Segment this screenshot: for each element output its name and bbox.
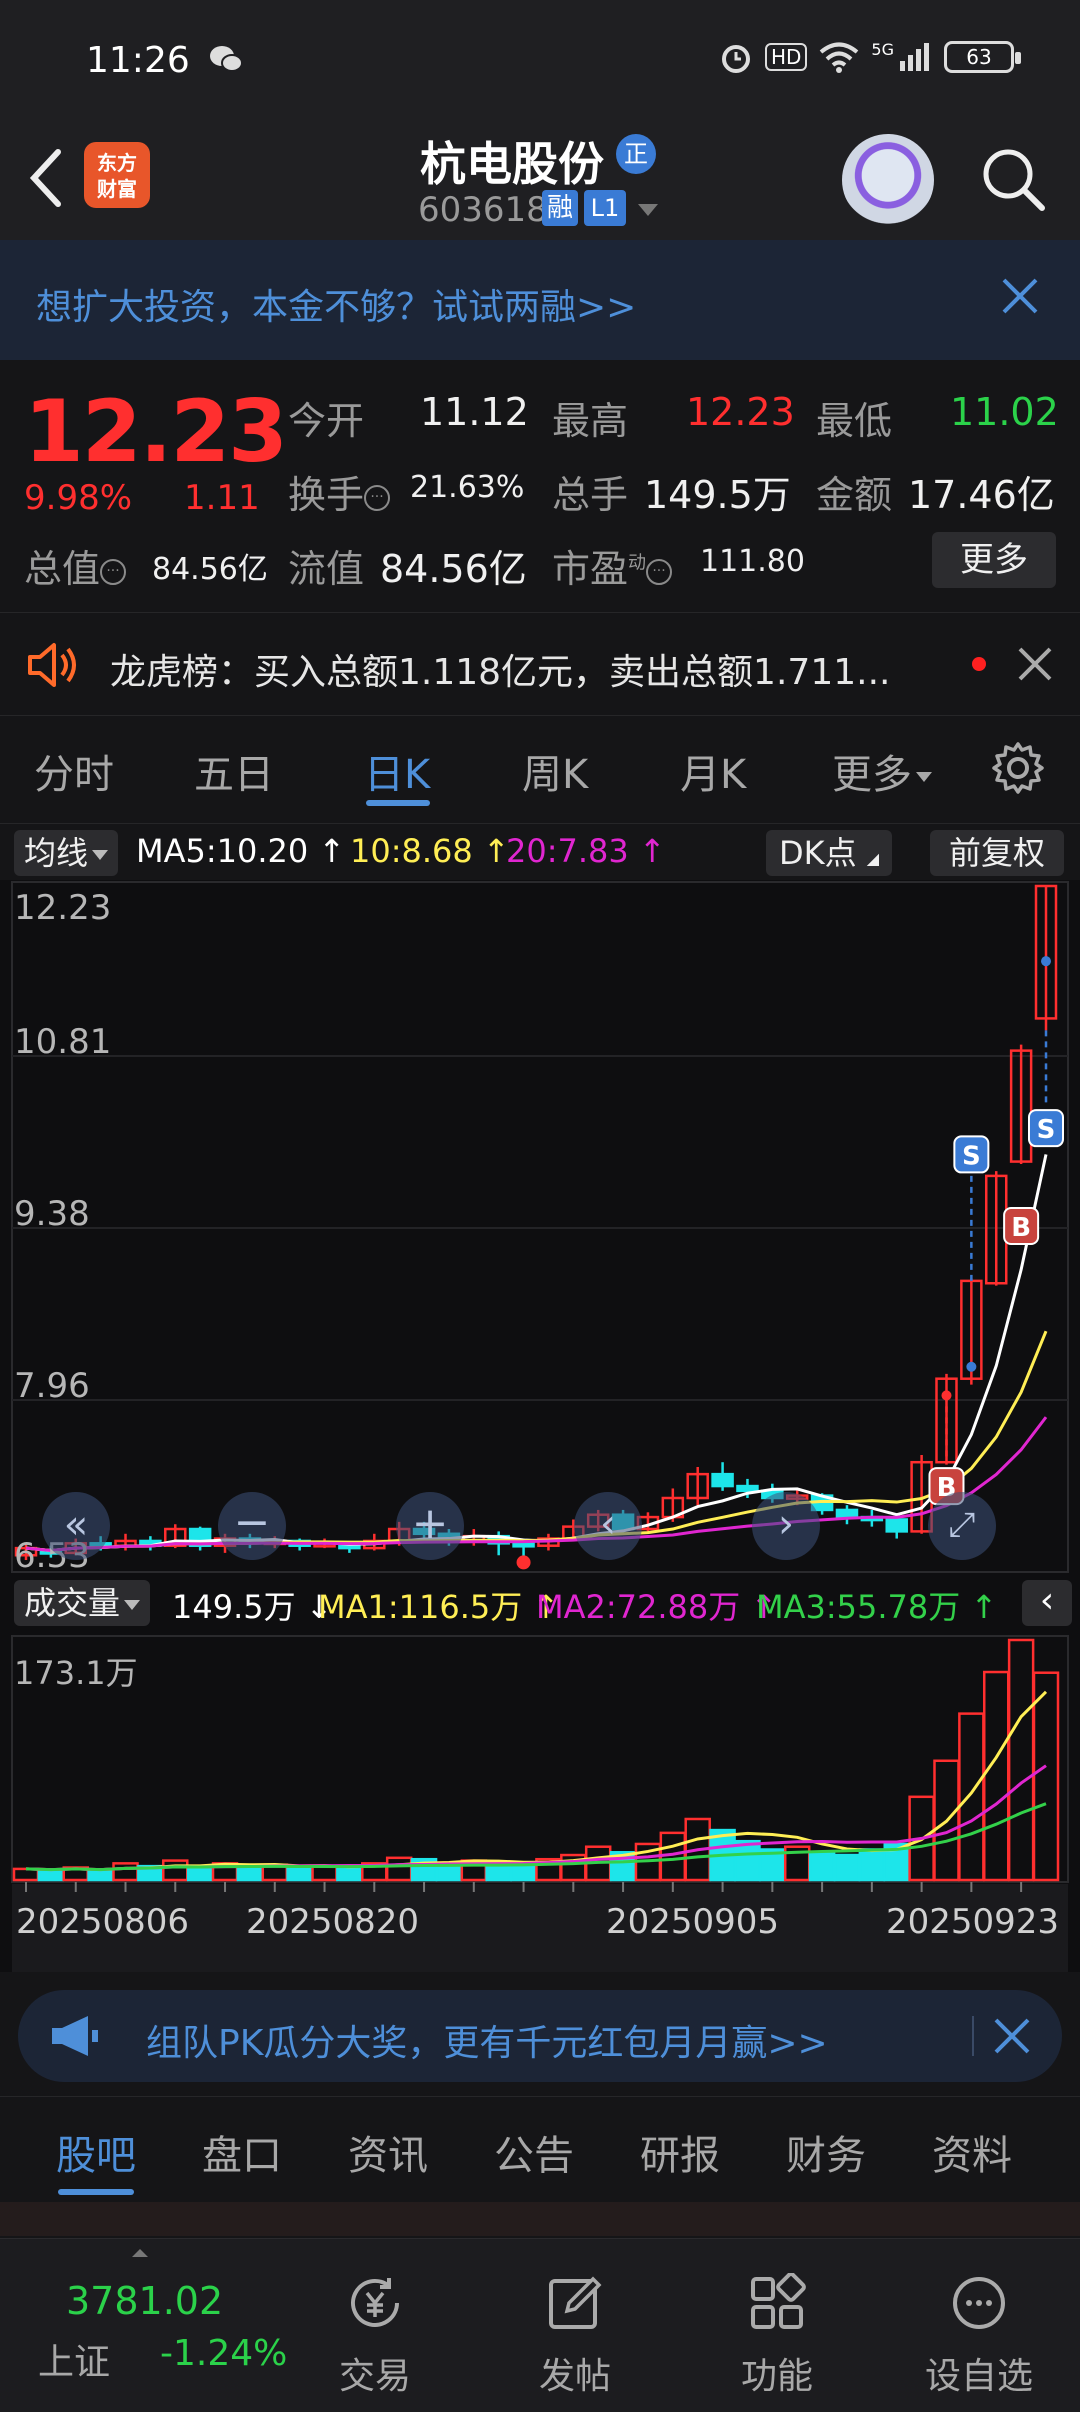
divider: [972, 2016, 974, 2056]
volume-bar: [311, 1864, 338, 1882]
tab-order-book[interactable]: 盘口: [202, 2123, 282, 2181]
grid-icon: [751, 2273, 806, 2329]
zoom-out-icon[interactable]: −: [218, 1492, 286, 1560]
volume-bar: [162, 1859, 189, 1882]
tab-profile[interactable]: 资料: [932, 2123, 1012, 2181]
price-axis-label: 12.23: [14, 888, 112, 928]
index-name[interactable]: 上证: [38, 2333, 110, 2385]
date-axis-label: 20250820: [246, 1902, 420, 1942]
add-watchlist-button[interactable]: 设自选: [904, 2239, 1054, 2412]
volume-bar: [958, 1712, 985, 1882]
volume-bar: [112, 1862, 139, 1882]
signal-label: S: [1037, 1115, 1056, 1145]
volume-bar: [186, 1866, 214, 1882]
post-button[interactable]: 发帖: [500, 2239, 650, 2412]
vol-ma1-value: MA1:116.5万 ↑: [318, 1588, 560, 1626]
date-axis-label: 20250905: [606, 1902, 780, 1942]
index-value[interactable]: 3781.02: [66, 2279, 223, 2323]
signal-dot: [966, 1361, 977, 1372]
more-circle-icon: [953, 2277, 1005, 2329]
signal-label: B: [1011, 1213, 1031, 1243]
trade-button[interactable]: 交易: [300, 2239, 450, 2412]
content-preview-strip: [0, 2202, 1080, 2236]
close-icon[interactable]: [992, 2016, 1032, 2056]
volume-bar: [734, 1839, 761, 1882]
tab-announcements[interactable]: 公告: [494, 2123, 574, 2181]
volume-indicator-button[interactable]: 成交量: [14, 1580, 151, 1626]
active-tab-indicator: [58, 2189, 134, 2195]
caret-down-icon: [124, 1600, 141, 1610]
volume-bar: [286, 1866, 313, 1882]
volume-bar: [87, 1870, 114, 1882]
volume-bar: [336, 1867, 363, 1882]
date-axis-label: 20250923: [886, 1902, 1060, 1942]
vol-ma2-value: MA2:72.88万 ↑: [536, 1588, 778, 1626]
bottom-action-bar: 3781.02 上证 -1.24% 交易 发帖 功能 设自选: [0, 2238, 1080, 2412]
volume-bar: [37, 1869, 65, 1882]
fullscreen-icon[interactable]: ⤢: [928, 1492, 996, 1560]
prev-icon[interactable]: ‹: [574, 1492, 642, 1560]
volume-legend-row: 成交量 149.5万 ↓ MA1:116.5万 ↑ MA2:72.88万 ↑ M…: [0, 1576, 1080, 1630]
megaphone-icon: [52, 2016, 98, 2056]
volume-axis-max: 173.1万: [14, 1654, 138, 1692]
tab-research[interactable]: 研报: [640, 2123, 720, 2181]
promo-text[interactable]: 组队PK瓜分大奖，更有千元红包月月赢>>: [146, 2014, 828, 2066]
trade-icon: [351, 2278, 399, 2327]
content-tabs: 股吧 盘口 资讯 公告 研报 财务 资料: [0, 2096, 1080, 2200]
date-axis-label: 20250806: [16, 1902, 190, 1942]
signal-label: S: [962, 1141, 981, 1171]
tab-financials[interactable]: 财务: [786, 2123, 866, 2181]
candle-body: [736, 1484, 759, 1493]
volume-bar: [1007, 1638, 1035, 1882]
volume-bar: [485, 1863, 512, 1882]
volume-bar: [236, 1864, 264, 1882]
functions-button[interactable]: 功能: [702, 2239, 852, 2412]
price-axis-label: 7.96: [14, 1366, 90, 1406]
volume-bar: [982, 1670, 1010, 1882]
tab-guba[interactable]: 股吧: [56, 2123, 136, 2181]
signal-dot: [516, 1555, 531, 1570]
candle-body: [835, 1508, 859, 1519]
volume-bar: [808, 1851, 836, 1882]
scroll-left-icon[interactable]: «: [42, 1492, 110, 1560]
volume-bar: [858, 1848, 886, 1882]
vol-ma3-value: MA3:55.78万 ↑: [756, 1588, 998, 1626]
volume-value: 149.5万 ↓: [172, 1588, 333, 1626]
signal-dot: [1041, 956, 1051, 967]
candle-body: [711, 1472, 734, 1488]
volume-bar: [385, 1856, 413, 1882]
price-axis-label: 9.38: [14, 1194, 90, 1234]
volume-bar: [833, 1853, 861, 1882]
candle-body: [885, 1518, 908, 1533]
tab-news[interactable]: 资讯: [348, 2123, 428, 2181]
pk-promo-banner[interactable]: 组队PK瓜分大奖，更有千元红包月月赢>>: [18, 1990, 1062, 2082]
ma5-line: [25, 1154, 1048, 1552]
zoom-in-icon[interactable]: +: [396, 1492, 464, 1560]
caret-up-icon[interactable]: [132, 2249, 148, 2257]
price-axis-label: 10.81: [14, 1022, 112, 1062]
signal-dot: [941, 1390, 952, 1401]
next-icon[interactable]: ›: [752, 1492, 820, 1560]
candle-body: [512, 1542, 535, 1548]
collapse-panel-icon[interactable]: ‹: [1022, 1580, 1072, 1626]
index-change[interactable]: -1.24%: [160, 2333, 287, 2374]
volume-bar: [1032, 1671, 1060, 1882]
compose-icon: [549, 2276, 602, 2329]
kline-chart-svg[interactable]: BSBS: [0, 0, 1080, 2000]
